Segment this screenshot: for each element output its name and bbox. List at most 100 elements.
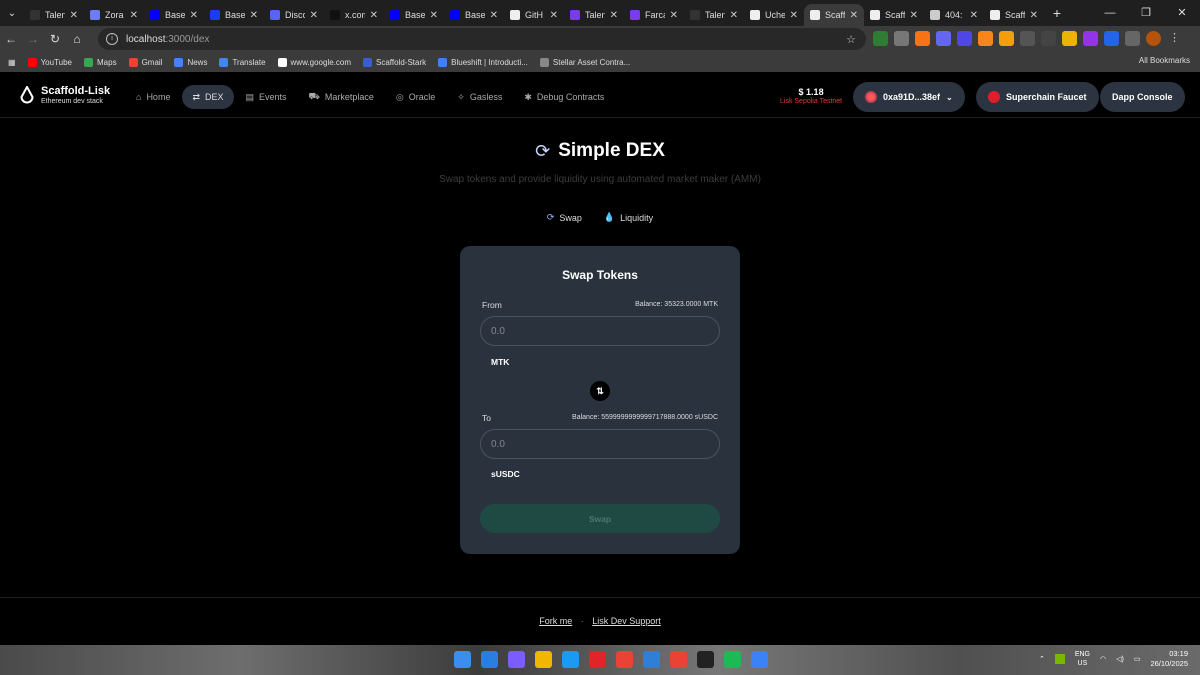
- taskbar-app-icon[interactable]: [751, 651, 768, 668]
- lisk-dev-support-link[interactable]: Lisk Dev Support: [592, 616, 661, 626]
- bookmark-item[interactable]: Maps: [84, 57, 117, 67]
- tab-close-icon[interactable]: ✕: [190, 10, 198, 21]
- reload-icon[interactable]: ↻: [44, 32, 66, 46]
- bookmark-item[interactable]: Translate: [219, 57, 266, 67]
- battery-icon[interactable]: ▭: [1134, 655, 1141, 663]
- browser-tab[interactable]: Base ✕: [204, 4, 264, 26]
- fork-me-link[interactable]: Fork me: [539, 616, 572, 626]
- tab-close-icon[interactable]: ✕: [790, 10, 798, 21]
- kebab-menu-icon[interactable]: ⋮: [1167, 31, 1182, 46]
- volume-icon[interactable]: ◁): [1116, 655, 1124, 663]
- browser-tab[interactable]: GitH ✕: [504, 4, 564, 26]
- extension-icon[interactable]: [1041, 31, 1056, 46]
- extension-icon[interactable]: [1083, 31, 1098, 46]
- tab-close-icon[interactable]: ✕: [550, 10, 558, 21]
- tab-close-icon[interactable]: ✕: [370, 10, 378, 21]
- browser-tab[interactable]: Talen ✕: [24, 4, 84, 26]
- nav-item-oracle[interactable]: ◎ Oracle: [386, 85, 445, 109]
- extension-icon[interactable]: [873, 31, 888, 46]
- browser-tab[interactable]: Talen ✕: [564, 4, 624, 26]
- browser-tab[interactable]: Talen ✕: [684, 4, 744, 26]
- home-icon[interactable]: ⌂: [66, 32, 88, 46]
- minimize-icon[interactable]: —: [1092, 0, 1128, 26]
- tab-liquidity[interactable]: 💧 Liquidity: [604, 212, 653, 223]
- extension-icon[interactable]: [1062, 31, 1077, 46]
- tab-search-icon[interactable]: ⌄: [0, 0, 24, 26]
- tab-close-icon[interactable]: ✕: [670, 10, 678, 21]
- browser-tab[interactable]: Base ✕: [144, 4, 204, 26]
- nvidia-icon[interactable]: [1054, 654, 1065, 664]
- restore-icon[interactable]: ❐: [1128, 0, 1164, 26]
- new-tab-button[interactable]: +: [1046, 5, 1068, 21]
- browser-tab[interactable]: Disco ✕: [264, 4, 324, 26]
- bookmark-item[interactable]: Blueshift | Introducti...: [438, 57, 528, 67]
- browser-tab[interactable]: Zora ✕: [84, 4, 144, 26]
- tab-close-icon[interactable]: ✕: [70, 10, 78, 21]
- clock[interactable]: 03:19 26/10/2025: [1150, 649, 1188, 669]
- browser-tab[interactable]: Base ✕: [384, 4, 444, 26]
- site-info-icon[interactable]: i: [106, 33, 118, 45]
- nav-item-marketplace[interactable]: ⛟ Marketplace: [299, 85, 384, 109]
- dapp-console-button[interactable]: Dapp Console: [1100, 82, 1185, 112]
- taskbar-app-icon[interactable]: [508, 651, 525, 668]
- from-token[interactable]: MTK: [491, 357, 509, 367]
- nav-item-gasless[interactable]: ✧ Gasless: [447, 85, 512, 109]
- superchain-faucet-button[interactable]: Superchain Faucet: [976, 82, 1099, 112]
- browser-tab[interactable]: x.com ✕: [324, 4, 384, 26]
- browser-tab[interactable]: Uche ✕: [744, 4, 804, 26]
- nav-item-dex[interactable]: ⇄ DEX: [182, 85, 234, 109]
- swap-button[interactable]: Swap: [480, 504, 720, 533]
- extension-icon[interactable]: [978, 31, 993, 46]
- tab-close-icon[interactable]: ✕: [250, 10, 258, 21]
- extension-icon[interactable]: [1104, 31, 1119, 46]
- language-indicator[interactable]: ENG US: [1075, 650, 1090, 668]
- browser-tab[interactable]: Base ✕: [444, 4, 504, 26]
- taskbar-app-icon[interactable]: [697, 651, 714, 668]
- extension-icon[interactable]: [999, 31, 1014, 46]
- tab-close-icon[interactable]: ✕: [850, 10, 858, 21]
- puzzle-icon[interactable]: [1125, 31, 1140, 46]
- brand[interactable]: Scaffold-Lisk Ethereum dev stack: [20, 85, 110, 105]
- extension-icon[interactable]: [957, 31, 972, 46]
- taskbar-app-icon[interactable]: [616, 651, 633, 668]
- nav-item-debug-contracts[interactable]: ✱ Debug Contracts: [514, 85, 614, 109]
- close-window-icon[interactable]: ✕: [1164, 0, 1200, 26]
- all-bookmarks[interactable]: All Bookmarks: [1139, 56, 1190, 65]
- browser-tab[interactable]: 404: ✕: [924, 4, 984, 26]
- bookmark-item[interactable]: YouTube: [27, 57, 72, 67]
- nav-item-home[interactable]: ⌂ Home: [126, 85, 180, 109]
- taskbar-app-icon[interactable]: [562, 651, 579, 668]
- browser-tab[interactable]: Farca ✕: [624, 4, 684, 26]
- bookmark-item[interactable]: News: [174, 57, 207, 67]
- extension-icon[interactable]: [894, 31, 909, 46]
- bookmark-item[interactable]: Stellar Asset Contra...: [539, 57, 630, 67]
- profile-avatar[interactable]: [1146, 31, 1161, 46]
- tab-close-icon[interactable]: ✕: [970, 10, 978, 21]
- from-amount-input[interactable]: [480, 316, 720, 346]
- browser-tab[interactable]: Scaff ✕: [864, 4, 924, 26]
- taskbar-app-icon[interactable]: [643, 651, 660, 668]
- extension-icon[interactable]: [936, 31, 951, 46]
- nav-item-events[interactable]: ▤ Events: [236, 85, 297, 109]
- windows-start-icon[interactable]: [454, 651, 471, 668]
- chevron-up-icon[interactable]: ⌃: [1039, 655, 1045, 663]
- browser-tab[interactable]: Scaff ✕: [804, 4, 864, 26]
- extension-icon[interactable]: [915, 31, 930, 46]
- to-amount-input[interactable]: [480, 429, 720, 459]
- bookmark-item[interactable]: Gmail: [128, 57, 162, 67]
- taskbar-app-icon[interactable]: [724, 651, 741, 668]
- bookmark-item[interactable]: www.google.com: [277, 57, 351, 67]
- tab-close-icon[interactable]: ✕: [610, 10, 618, 21]
- tab-close-icon[interactable]: ✕: [310, 10, 318, 21]
- address-bar[interactable]: i localhost:3000/dex ☆: [98, 28, 866, 50]
- tab-close-icon[interactable]: ✕: [490, 10, 498, 21]
- to-token[interactable]: sUSDC: [491, 469, 520, 479]
- tab-close-icon[interactable]: ✕: [130, 10, 138, 21]
- browser-tab[interactable]: Scaff ✕: [984, 4, 1044, 26]
- bookmark-item[interactable]: Scaffold-Stark: [363, 57, 426, 67]
- apps-grid-icon[interactable]: ▦: [8, 58, 16, 67]
- tab-close-icon[interactable]: ✕: [1030, 10, 1038, 21]
- taskbar-app-icon[interactable]: [670, 651, 687, 668]
- back-icon[interactable]: ←: [0, 32, 22, 46]
- forward-icon[interactable]: →: [22, 32, 44, 46]
